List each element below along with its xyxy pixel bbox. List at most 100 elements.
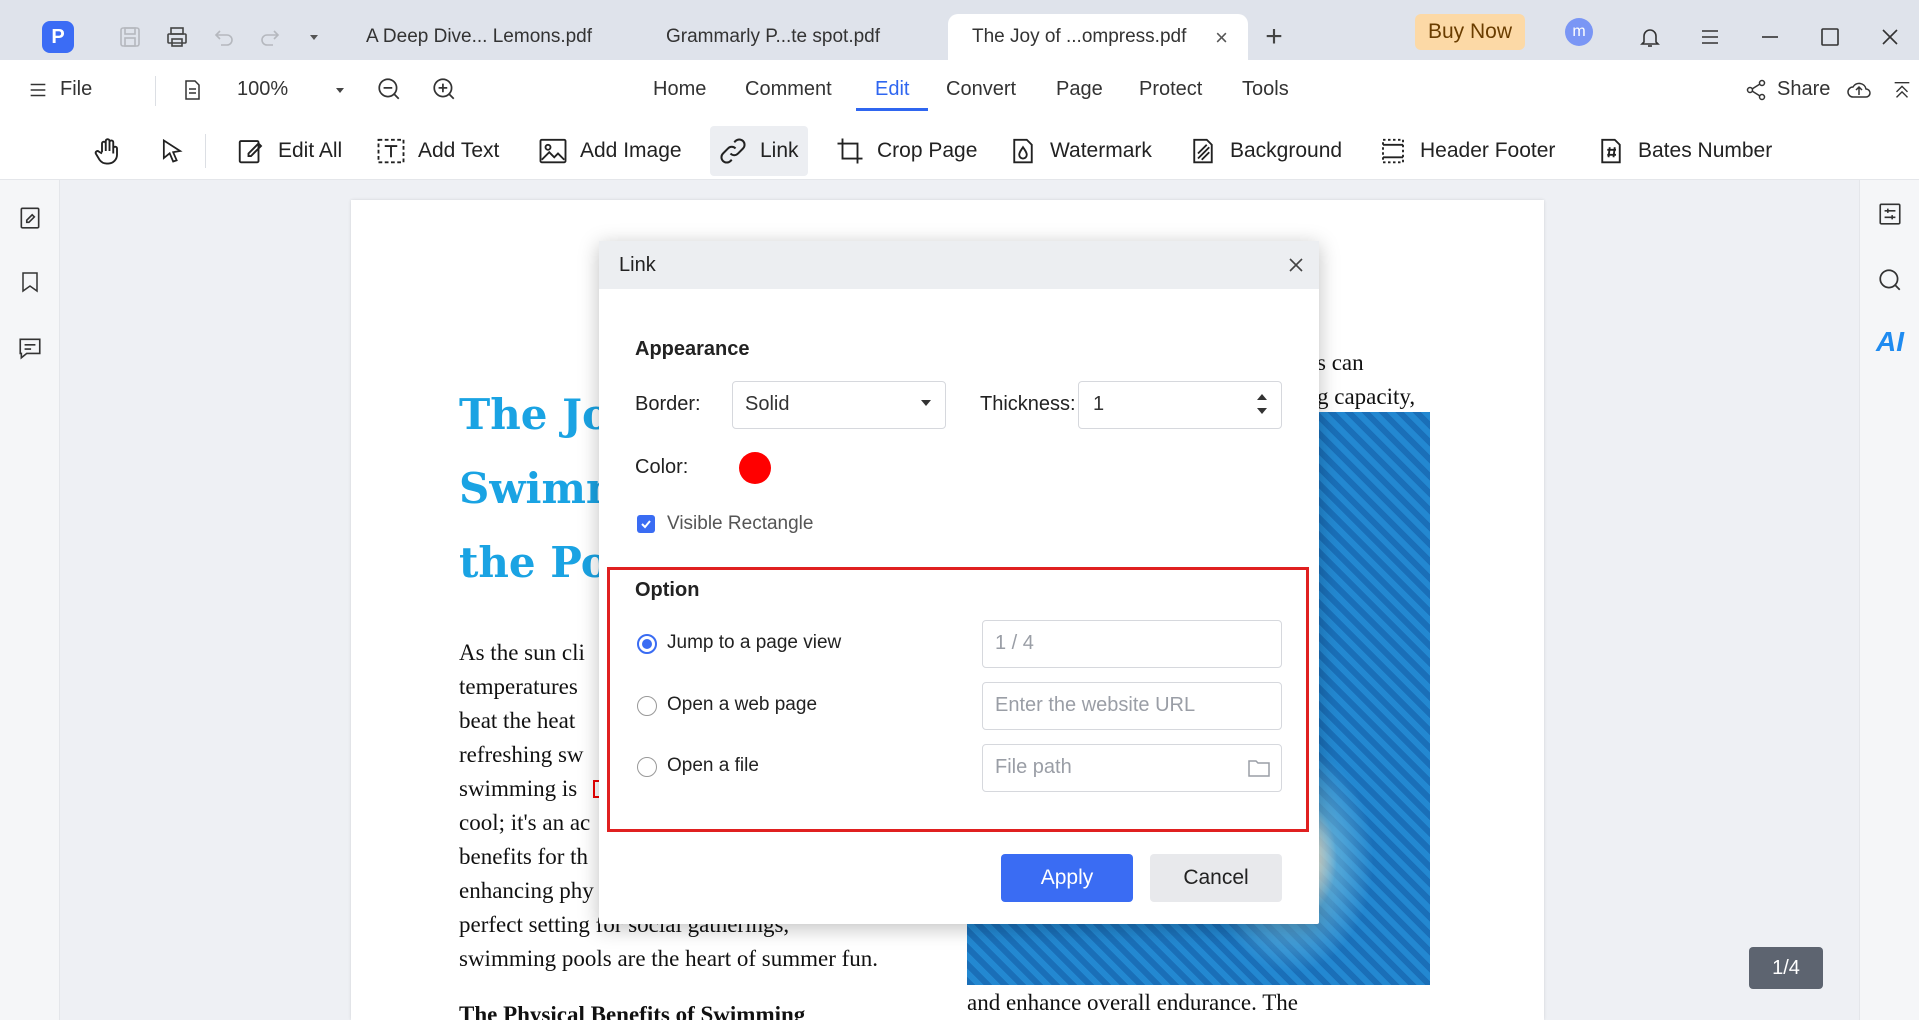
left-sidebar	[0, 180, 60, 1020]
properties-icon[interactable]	[1876, 200, 1904, 228]
edit-page-icon	[238, 140, 263, 164]
header-footer-icon	[1382, 138, 1404, 164]
bates-number-button[interactable]: Bates Number	[1588, 126, 1780, 176]
jump-to-page-label: Jump to a page view	[667, 632, 842, 653]
body-text-line: benefits for th	[459, 844, 589, 869]
tool-label: Header Footer	[1420, 139, 1556, 162]
page-number-field[interactable]: 1 / 4	[982, 620, 1282, 668]
undo-icon[interactable]	[210, 23, 238, 51]
color-label: Color:	[635, 456, 689, 478]
menu-tools[interactable]: Tools	[1242, 78, 1289, 101]
app-logo[interactable]: P	[42, 21, 74, 53]
crop-page-button[interactable]: Crop Page	[827, 126, 985, 176]
open-web-page-label: Open a web page	[667, 694, 818, 715]
stepper-up-icon[interactable]	[1257, 394, 1267, 400]
share-icon[interactable]	[1742, 76, 1770, 104]
comment-icon[interactable]	[16, 334, 44, 362]
dialog-header: Link	[599, 241, 1319, 289]
add-image-button[interactable]: Add Image	[530, 126, 690, 176]
file-path-placeholder: File path	[995, 756, 1072, 778]
border-label: Border:	[635, 393, 701, 415]
print-icon[interactable]	[163, 23, 191, 51]
hamburger-menu-icon[interactable]	[1696, 23, 1724, 51]
website-url-field[interactable]: Enter the website URL	[982, 682, 1282, 730]
thickness-label: Thickness:	[980, 393, 1076, 415]
watermark-icon	[1013, 138, 1033, 164]
quick-access-dropdown-icon[interactable]	[300, 23, 328, 51]
folder-icon[interactable]	[1247, 757, 1271, 785]
open-file-radio[interactable]	[637, 757, 657, 777]
background-button[interactable]: Background	[1180, 126, 1350, 176]
apply-button[interactable]: Apply	[1001, 854, 1133, 902]
new-tab-button[interactable]: +	[1260, 20, 1288, 53]
jump-to-page-radio[interactable]	[637, 634, 657, 654]
stepper-down-icon[interactable]	[1257, 408, 1267, 414]
minimize-icon[interactable]	[1756, 23, 1784, 51]
select-tool-button[interactable]	[150, 126, 206, 176]
menu-page[interactable]: Page	[1056, 78, 1103, 101]
tab-joy-of-swimming-pdf[interactable]: The Joy of ...ompress.pdf ×	[948, 14, 1248, 60]
link-button[interactable]: Link	[710, 126, 808, 176]
share-button[interactable]: Share	[1777, 78, 1830, 101]
header-footer-button[interactable]: Header Footer	[1370, 126, 1563, 176]
menu-convert[interactable]: Convert	[946, 78, 1016, 101]
hamburger-icon[interactable]	[24, 76, 52, 104]
redo-icon[interactable]	[256, 23, 284, 51]
collapse-ribbon-icon[interactable]	[1888, 76, 1916, 104]
border-style-select[interactable]: Solid	[732, 381, 946, 429]
cancel-button[interactable]: Cancel	[1150, 854, 1282, 902]
page-layout-icon[interactable]	[178, 76, 206, 104]
bates-number-icon	[1601, 138, 1621, 164]
file-menu[interactable]: File	[60, 78, 92, 101]
cloud-upload-icon[interactable]	[1845, 76, 1873, 104]
visible-rectangle-checkbox[interactable]	[637, 515, 655, 533]
tool-label: Watermark	[1050, 139, 1152, 162]
maximize-icon[interactable]	[1816, 23, 1844, 51]
body-text-line: refreshing sw	[459, 742, 584, 767]
title-bar: P A Deep Dive... Lemons.pdf Grammarly P.…	[0, 0, 1919, 60]
tab-lemons-pdf[interactable]: A Deep Dive... Lemons.pdf	[342, 14, 624, 60]
zoom-out-icon[interactable]	[375, 75, 403, 103]
search-icon[interactable]	[1876, 266, 1904, 294]
page-indicator: 1/4	[1749, 947, 1823, 989]
thickness-stepper[interactable]: 1	[1078, 381, 1282, 429]
buy-now-button[interactable]: Buy Now	[1415, 14, 1525, 50]
thumbnail-edit-icon[interactable]	[16, 204, 44, 232]
close-icon[interactable]	[1286, 255, 1306, 275]
zoom-in-icon[interactable]	[430, 75, 458, 103]
background-icon	[1193, 138, 1213, 164]
add-text-button[interactable]: Add Text	[368, 126, 507, 176]
tab-grammarly-pdf[interactable]: Grammarly P...te spot.pdf	[642, 14, 924, 60]
border-color-picker[interactable]	[739, 452, 771, 484]
tab-label: Grammarly P...te spot.pdf	[666, 26, 881, 47]
close-tab-icon[interactable]: ×	[1215, 25, 1228, 51]
avatar[interactable]: m	[1565, 18, 1593, 46]
edit-all-button[interactable]: Edit All	[228, 126, 350, 176]
menu-edit[interactable]: Edit	[875, 78, 909, 101]
hand-tool-button[interactable]	[84, 126, 142, 176]
open-web-page-radio[interactable]	[637, 696, 657, 716]
file-path-field[interactable]: File path	[982, 744, 1282, 792]
body-text-line: swimming is	[459, 776, 578, 801]
close-window-icon[interactable]	[1876, 23, 1904, 51]
tab-label: The Joy of ...ompress.pdf	[972, 26, 1187, 47]
bookmark-icon[interactable]	[16, 268, 44, 296]
hand-icon	[94, 138, 118, 165]
zoom-level[interactable]: 100%	[237, 78, 288, 101]
zoom-dropdown-icon[interactable]	[326, 76, 354, 104]
body-text-line: swimming pools are the heart of summer f…	[459, 946, 879, 971]
ai-assistant-icon[interactable]: AI	[1876, 326, 1904, 357]
bell-icon[interactable]	[1636, 23, 1664, 51]
body-text-line: enhancing phy	[459, 878, 594, 903]
tool-label: Bates Number	[1638, 139, 1773, 162]
menu-protect[interactable]: Protect	[1139, 78, 1202, 101]
menu-comment[interactable]: Comment	[745, 78, 832, 101]
tool-label: Add Image	[580, 139, 682, 162]
menu-home[interactable]: Home	[653, 78, 706, 101]
website-url-placeholder: Enter the website URL	[995, 694, 1196, 716]
watermark-button[interactable]: Watermark	[1000, 126, 1160, 176]
appearance-heading: Appearance	[635, 338, 750, 360]
save-icon[interactable]	[116, 23, 144, 51]
tool-label: Edit All	[278, 139, 343, 162]
edit-toolbar: Edit All Add Text Add Image Link Crop Pa…	[0, 122, 1919, 180]
